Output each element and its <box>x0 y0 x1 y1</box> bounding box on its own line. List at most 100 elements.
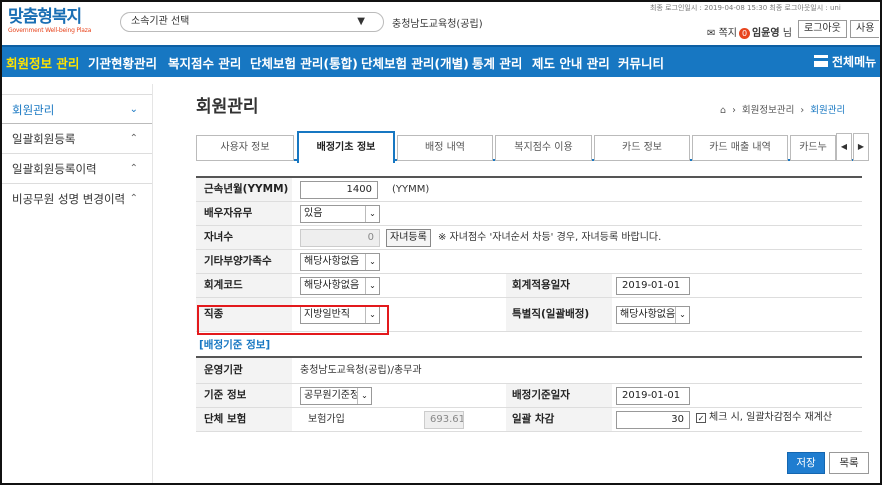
children-register-button[interactable]: 자녀등록 <box>386 229 431 247</box>
header: 맞춤형복지 Government Well-being Plaza 소속기관 선… <box>2 2 880 44</box>
chevron-down-icon: ⌄ <box>365 278 379 294</box>
logo-text-2: 복지 <box>51 7 82 27</box>
logo[interactable]: 맞춤형복지 Government Well-being Plaza <box>8 8 108 40</box>
operator-label: 운영기관 <box>196 358 292 383</box>
breadcrumb-current: 회원관리 <box>810 105 846 116</box>
basis-date-label: 배정기준일자 <box>506 384 612 407</box>
chevron-down-icon: ⌄ <box>129 104 138 115</box>
tab-card-info[interactable]: 카드 정보 <box>594 135 690 161</box>
logout-button[interactable]: 로그아웃 <box>798 20 847 38</box>
special-select[interactable]: 해당사항없음 ⌄ <box>616 306 690 324</box>
account-code-select[interactable]: 해당사항없음 ⌄ <box>300 277 380 295</box>
spouse-select[interactable]: 있음 ⌄ <box>300 205 380 223</box>
children-note: ※ 자녀점수 '자녀순서 차등' 경우, 자녀등록 바랍니다. <box>438 232 662 243</box>
service-months-unit: (YYMM) <box>392 184 430 195</box>
service-months-input[interactable]: 1400 <box>300 181 378 199</box>
chevron-down-icon: ⌄ <box>357 388 371 404</box>
extra-header-button[interactable]: 사용 <box>850 20 880 38</box>
save-button[interactable]: 저장 <box>787 452 825 474</box>
chevron-up-icon: ⌃ <box>129 193 138 204</box>
insurance-amount: 693.61 <box>424 411 464 429</box>
chevron-up-icon: ⌃ <box>129 133 138 144</box>
sidebar-item-label: 일괄회원등록이력 <box>12 162 97 176</box>
recalc-checkbox[interactable]: ✓ <box>696 413 706 423</box>
form-row-basis: 기준 정보 공무원기준정보 ⌄ 배정기준일자 2019-01-01 <box>196 384 862 408</box>
org-select[interactable]: 소속기관 선택 ▼ <box>120 12 384 32</box>
form-row-operator: 운영기관 충청남도교육청(공립)/총무과 <box>196 358 862 384</box>
other-family-value: 해당사항없음 <box>304 256 360 267</box>
form-row-insurance: 단체 보험 보험가입 693.61 일괄 차감 30 ✓ 체크 시, 일괄차감점… <box>196 408 862 432</box>
envelope-icon: ✉ <box>707 28 716 39</box>
form-row-other-family: 기타부양가족수 해당사항없음 ⌄ <box>196 250 862 274</box>
form-row-spouse: 배우자유무 있음 ⌄ <box>196 202 862 226</box>
account-code-label: 회계코드 <box>196 274 292 297</box>
tab-user-info[interactable]: 사용자 정보 <box>196 135 294 161</box>
org-select-value: 소속기관 선택 <box>131 16 190 27</box>
sidebar-item-label: 회원관리 <box>12 103 55 117</box>
children-label: 자녀수 <box>196 226 292 249</box>
deduct-input[interactable]: 30 <box>616 411 690 429</box>
nav-item-insurance-individual[interactable]: 단체보험 관리(개별) <box>361 53 469 72</box>
tab-points-usage[interactable]: 복지점수 이용 <box>495 135 592 161</box>
section-allocation-basis: [배정기준 정보] <box>196 332 862 358</box>
insurance-value: 보험가입 <box>308 414 345 425</box>
nav-item-guide[interactable]: 제도 안내 관리 <box>532 53 610 72</box>
logo-subtitle: Government Well-being Plaza <box>8 27 92 34</box>
chevron-down-icon: ⌄ <box>675 307 689 323</box>
basis-select[interactable]: 공무원기준정보 ⌄ <box>300 387 372 405</box>
spouse-label: 배우자유무 <box>196 202 292 225</box>
recalc-label: 체크 시, 일괄차감점수 재계산 <box>709 412 833 423</box>
service-months-label: 근속년월(YYMM) <box>196 178 292 201</box>
sidebar-item-label: 일괄회원등록 <box>12 132 76 146</box>
basis-label: 기준 정보 <box>196 384 292 407</box>
sidebar-item-bulk-register[interactable]: 일괄회원등록 ⌃ <box>2 124 152 154</box>
tab-prev-icon[interactable]: ◀ <box>836 133 852 161</box>
sidebar-item-bulk-history[interactable]: 일괄회원등록이력 ⌃ <box>2 154 152 184</box>
message-area[interactable]: ✉ 쪽지 0 임윤영 님 <box>707 24 792 39</box>
chevron-down-icon: ⌄ <box>365 254 379 270</box>
nav-item-stats[interactable]: 통계 관리 <box>472 53 522 72</box>
user-name: 임윤영 <box>751 28 780 39</box>
children-input: 0 <box>300 229 380 247</box>
special-label: 특별직(일괄배정) <box>506 298 612 331</box>
page-title: 회원관리 <box>196 97 259 117</box>
nav-item-insurance-integrated[interactable]: 단체보험 관리(통합) <box>250 53 358 72</box>
nav-item-member[interactable]: 회원정보 관리 <box>6 53 79 72</box>
nav-item-community[interactable]: 커뮤니티 <box>618 53 664 72</box>
list-button[interactable]: 목록 <box>829 452 869 474</box>
chevron-up-icon: ⌃ <box>129 163 138 174</box>
account-date-input[interactable]: 2019-01-01 <box>616 277 690 295</box>
breadcrumb-item[interactable]: 회원정보관리 <box>742 105 794 116</box>
insurance-label: 단체 보험 <box>196 408 292 431</box>
tab-base-info[interactable]: 배정기초 정보 <box>297 131 395 163</box>
home-icon[interactable]: ⌂ <box>720 105 726 116</box>
tab-card-more[interactable]: 카드누 <box>790 135 836 161</box>
form-row-service: 근속년월(YYMM) 1400 (YYMM) <box>196 178 862 202</box>
all-menu-label: 전체메뉴 <box>832 55 877 69</box>
account-code-value: 해당사항없음 <box>304 280 360 291</box>
sidebar-item-name-change[interactable]: 비공무원 성명 변경이력 ⌃ <box>2 184 152 214</box>
sidebar-item-member[interactable]: 회원관리 ⌄ <box>2 94 152 124</box>
user-suffix: 님 <box>782 28 792 39</box>
app-frame: 맞춤형복지 Government Well-being Plaza 소속기관 선… <box>0 0 882 485</box>
chevron-down-icon: ⌄ <box>365 206 379 222</box>
sidebar-divider <box>152 84 153 483</box>
main-nav: 회원정보 관리 기관현황관리 복지점수 관리 단체보험 관리(통합) 단체보험 … <box>2 45 880 77</box>
tab-card-sales[interactable]: 카드 매출 내역 <box>692 135 788 161</box>
operator-value: 충청남도교육청(공립)/총무과 <box>300 365 422 376</box>
breadcrumb: ⌂ › 회원정보관리 › 회원관리 <box>720 105 846 116</box>
other-family-select[interactable]: 해당사항없음 ⌄ <box>300 253 380 271</box>
last-login-info: 최종 로그인일시 : 2019-04-08 15:30 최종 로그아웃일시 : … <box>650 4 841 12</box>
basis-date-input[interactable]: 2019-01-01 <box>616 387 690 405</box>
org-name: 충청남도교육청(공립) <box>392 19 483 30</box>
other-family-label: 기타부양가족수 <box>196 250 292 273</box>
hamburger-icon <box>814 55 828 67</box>
all-menu-button[interactable]: 전체메뉴 <box>814 53 876 70</box>
sidebar-item-label: 비공무원 성명 변경이력 <box>12 192 126 206</box>
nav-item-org[interactable]: 기관현황관리 <box>88 53 157 72</box>
nav-item-points[interactable]: 복지점수 관리 <box>168 53 241 72</box>
special-value: 해당사항없음 <box>620 309 676 320</box>
deduct-label: 일괄 차감 <box>506 408 612 431</box>
tab-next-icon[interactable]: ▶ <box>853 133 869 161</box>
tab-allocation[interactable]: 배정 내역 <box>397 135 493 161</box>
